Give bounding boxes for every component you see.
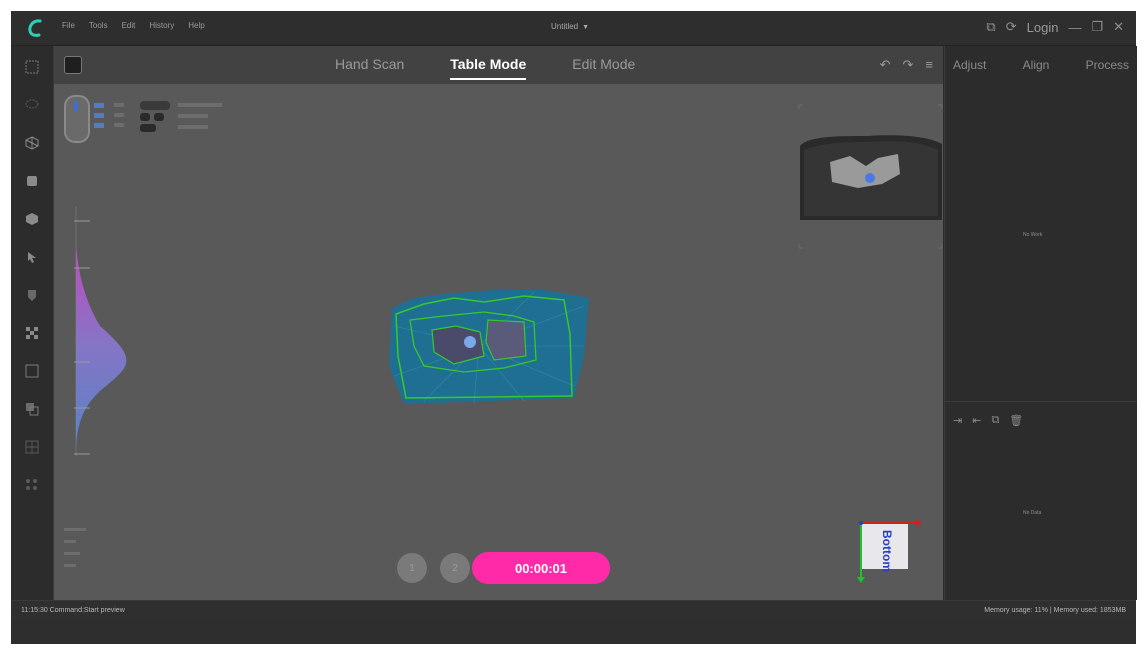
menu-file[interactable]: File xyxy=(62,21,75,30)
right-panel-tabs: Adjust Align Process xyxy=(945,46,1137,84)
tab-adjust[interactable]: Adjust xyxy=(953,58,986,72)
mouse-icon xyxy=(64,95,90,143)
viewport-actions: ↶ ↷ ≡ xyxy=(880,57,933,73)
mode-tabs: Hand Scan Table Mode Edit Mode xyxy=(335,56,681,80)
cube-icon[interactable] xyxy=(23,134,41,152)
redo-icon[interactable]: ↷ xyxy=(903,57,914,73)
bottom-strip xyxy=(11,621,1136,644)
right-panel: Adjust Align Process No Work ⇥ ⇤ ⧉ 🗑 No … xyxy=(944,46,1137,600)
export-icon[interactable]: ⇤ xyxy=(972,414,981,427)
marker-icon[interactable] xyxy=(23,286,41,304)
tab-edit-mode[interactable]: Edit Mode xyxy=(572,56,635,78)
tab-process[interactable]: Process xyxy=(1086,58,1129,72)
mouse-controls-legend xyxy=(64,95,264,145)
layers-icon[interactable] xyxy=(23,400,41,418)
tab-table-mode[interactable]: Table Mode xyxy=(450,56,526,80)
undo-icon[interactable]: ↶ xyxy=(880,57,891,73)
orientation-gizmo[interactable]: Bottom xyxy=(854,501,922,583)
frame-icon[interactable] xyxy=(23,362,41,380)
external-link-icon[interactable]: ⧉ xyxy=(986,19,995,35)
camera-preview xyxy=(798,104,943,249)
refresh-icon[interactable]: ⟳ xyxy=(1006,19,1017,35)
scanner-icon[interactable] xyxy=(64,56,82,74)
document-title[interactable]: Untitled ▼ xyxy=(551,22,589,31)
login-button[interactable]: Login xyxy=(1027,20,1059,35)
data-empty-text: No Data xyxy=(1023,510,1042,516)
title-bar: File Tools Edit History Help Untitled ▼ ⧉… xyxy=(11,11,1136,46)
pointer-icon[interactable] xyxy=(23,248,41,266)
status-command: 11:15:30 Command:Start preview xyxy=(21,607,125,614)
data-actions: ⇥ ⇤ ⧉ 🗑 xyxy=(953,414,1023,427)
close-icon[interactable]: ✕ xyxy=(1113,19,1124,35)
checker-icon[interactable] xyxy=(23,324,41,342)
tab-align[interactable]: Align xyxy=(1023,58,1050,72)
tab-hand-scan[interactable]: Hand Scan xyxy=(335,56,404,78)
scan-timer-button[interactable]: 00:00:01 xyxy=(472,552,610,584)
status-memory: Memory usage: 11% | Memory used: 1853MB xyxy=(984,607,1126,614)
menu-edit[interactable]: Edit xyxy=(122,21,136,30)
menu-icon[interactable]: ≡ xyxy=(925,57,933,73)
depth-histogram xyxy=(74,206,127,456)
import-icon[interactable]: ⇥ xyxy=(953,414,962,427)
step-2-button[interactable]: 2 xyxy=(440,553,470,583)
maximize-icon[interactable]: ❐ xyxy=(1091,19,1103,35)
lasso-icon[interactable] xyxy=(23,96,41,114)
orientation-label: Bottom xyxy=(880,530,894,572)
document-title-text: Untitled xyxy=(551,22,579,31)
menu-bar: File Tools Edit History Help xyxy=(62,21,205,30)
legend-graphic xyxy=(94,101,222,132)
scan-point-cloud xyxy=(389,290,589,405)
cylinder-icon[interactable] xyxy=(23,172,41,190)
mode-bar: Hand Scan Table Mode Edit Mode ↶ ↷ ≡ xyxy=(54,46,943,84)
menu-help[interactable]: Help xyxy=(188,21,204,30)
grid-dots-icon[interactable] xyxy=(23,476,41,494)
menu-tools[interactable]: Tools xyxy=(89,21,108,30)
chevron-down-icon: ▼ xyxy=(582,24,590,31)
select-icon[interactable] xyxy=(23,58,41,76)
step-1-button[interactable]: 1 xyxy=(397,553,427,583)
grid-icon[interactable] xyxy=(23,438,41,456)
status-bar: 11:15:30 Command:Start preview Memory us… xyxy=(11,600,1136,621)
menu-history[interactable]: History xyxy=(149,21,174,30)
solid-cube-icon[interactable] xyxy=(23,210,41,228)
work-empty-text: No Work xyxy=(1023,232,1043,238)
minimize-icon[interactable]: — xyxy=(1068,20,1081,35)
duplicate-icon[interactable]: ⧉ xyxy=(991,414,999,427)
left-toolbar xyxy=(11,46,54,600)
app-window: File Tools Edit History Help Untitled ▼ ⧉… xyxy=(11,11,1137,644)
scan-viewport[interactable]: Hand Scan Table Mode Edit Mode ↶ ↷ ≡ 1 2… xyxy=(54,46,943,600)
panel-divider xyxy=(945,401,1137,402)
app-logo-icon xyxy=(28,19,42,37)
delete-icon[interactable]: 🗑 xyxy=(1009,414,1023,427)
stats-overlay xyxy=(64,526,104,580)
window-controls: ⧉ ⟳ Login — ❐ ✕ xyxy=(986,19,1124,35)
